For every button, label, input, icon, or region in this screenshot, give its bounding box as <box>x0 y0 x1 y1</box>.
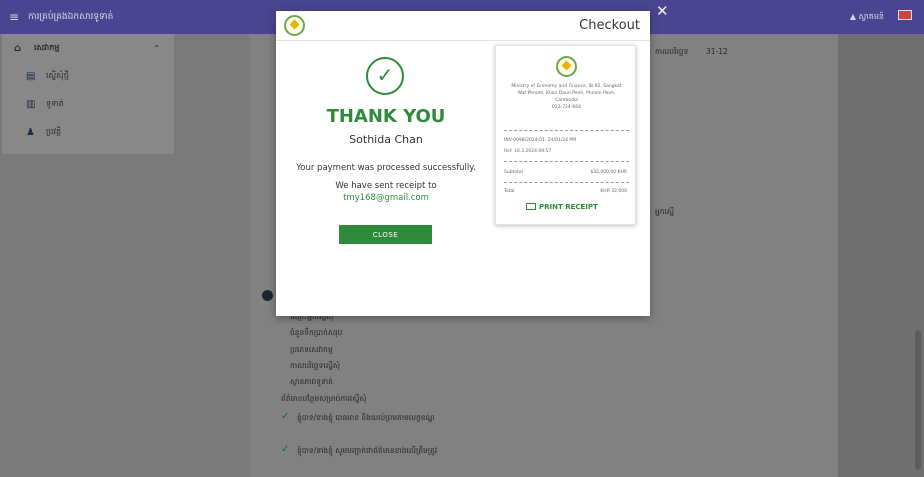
printer-icon <box>526 203 536 210</box>
modal-header: Checkout <box>276 11 650 41</box>
hamburger-icon[interactable]: ≡ <box>0 10 28 24</box>
close-button[interactable]: CLOSE <box>339 225 432 244</box>
sidebar-item-label: សេវាកម្ម <box>34 43 60 52</box>
payment-success-text: Your payment was processed successfully. <box>296 163 476 173</box>
customer-name: Sothida Chan <box>349 133 423 146</box>
close-icon[interactable]: ✕ <box>656 2 669 20</box>
user-icon: ▲ <box>849 12 859 21</box>
org-line: Wat Phnom, Khan Daun Penh, Phnom Penh, <box>517 91 616 96</box>
sidebar-item-label: ទូទាត់ <box>46 99 64 108</box>
receipt-meta: Ref: 10.3.2024 09:57 <box>504 149 552 154</box>
receipt-email: tmy168@gmail.com <box>343 193 429 203</box>
section-heading: ព័ត៌មានបន្ថែមសម្រាប់ការស្នើសុំ <box>281 394 367 403</box>
sidebar: ⌂ សេវាកម្ម ⌃ ▤ ស្នើសុំថ្មី ▥ ទូទាត់ ♟ ប្… <box>2 34 175 154</box>
org-line: Ministry of Economy and Finance, St.92, … <box>511 84 622 89</box>
detail-line: កាលបរិច្ឆេទស្នើសុំ <box>290 361 340 370</box>
success-check-icon: ✓ <box>366 57 404 95</box>
divider <box>504 130 629 131</box>
page-scrollbar[interactable] <box>915 330 921 470</box>
receipt-sent-text: We have sent receipt to <box>335 181 437 191</box>
person-icon: ♟ <box>26 126 35 138</box>
print-label: PRINT RECEIPT <box>539 203 598 211</box>
confirmation-text: ខ្ញុំបាទ/នាងខ្ញុំ សូមបញ្ជាក់ថាព័ត៌មានខាង… <box>297 446 438 455</box>
sidebar-item-history[interactable]: ♟ ប្រវត្តិ <box>2 118 174 146</box>
receipt-card: Ministry of Economy and Finance, St.92, … <box>495 45 636 225</box>
detail-line: ប្រភេទសេវាកម្ម <box>290 345 333 354</box>
date-value: 31-12 <box>706 47 728 56</box>
sidebar-item-label: ស្នើសុំថ្មី <box>46 71 69 80</box>
print-receipt-button[interactable]: PRINT RECEIPT <box>526 203 598 211</box>
home-icon: ⌂ <box>14 42 22 54</box>
user-name: ស្វាគមន៍ <box>858 12 884 21</box>
app-title: ការគ្រប់គ្រងឯកសារទូទាត់ <box>28 11 114 22</box>
chevron-up-icon: ⌃ <box>153 43 160 53</box>
subtotal-label: Subtotal <box>504 170 523 175</box>
detail-line: ចំនួនទឹកប្រាក់សរុប <box>290 328 343 337</box>
uk-flag-icon[interactable] <box>898 10 912 20</box>
divider <box>504 161 629 162</box>
right-panel <box>838 34 924 477</box>
check-icon[interactable]: ✓ <box>281 411 289 422</box>
sidebar-item-label: ប្រវត្តិ <box>46 127 62 136</box>
thank-you-heading: THANK YOU <box>326 106 446 127</box>
org-line: 023-724-664 <box>551 105 581 110</box>
payment-message: Your payment was processed successfully.… <box>276 162 496 193</box>
date-label: កាលបរិច្ឆេទ <box>655 47 689 56</box>
section-bullet-icon <box>262 290 273 301</box>
user-menu[interactable]: ▲ ស្វាគមន៍ <box>850 11 884 23</box>
total-value: KHR 32,000 <box>600 189 627 194</box>
sidebar-group-services[interactable]: ⌂ សេវាកម្ម ⌃ <box>2 34 174 62</box>
org-line: Cambodia <box>555 98 578 103</box>
check-icon[interactable]: ✓ <box>281 444 289 455</box>
divider <box>504 182 629 183</box>
receipt-address: Ministry of Economy and Finance, St.92, … <box>502 83 631 111</box>
receipt-logo-icon <box>556 56 577 77</box>
agreement-text: ខ្ញុំបាទ/នាងខ្ញុំ បានអាន និងយល់ព្រមតាមលក… <box>297 413 435 422</box>
document-icon: ▤ <box>26 70 36 82</box>
modal-title: Checkout <box>579 18 640 33</box>
ministry-logo-icon <box>284 15 305 36</box>
side-label: អ្នកស្នើ <box>655 207 675 216</box>
subtotal-value: $32,000.00 KHR <box>590 170 627 175</box>
total-label: Total <box>504 189 515 194</box>
sidebar-item-new-request[interactable]: ▤ ស្នើសុំថ្មី <box>2 62 174 90</box>
invoice-ref: INV-0098/2024-01, 24/01/24 PM <box>504 138 576 143</box>
card-icon: ▥ <box>26 98 36 110</box>
sidebar-item-payment[interactable]: ▥ ទូទាត់ <box>2 90 174 118</box>
detail-line: ស្ថានភាពទូទាត់ <box>290 377 333 386</box>
